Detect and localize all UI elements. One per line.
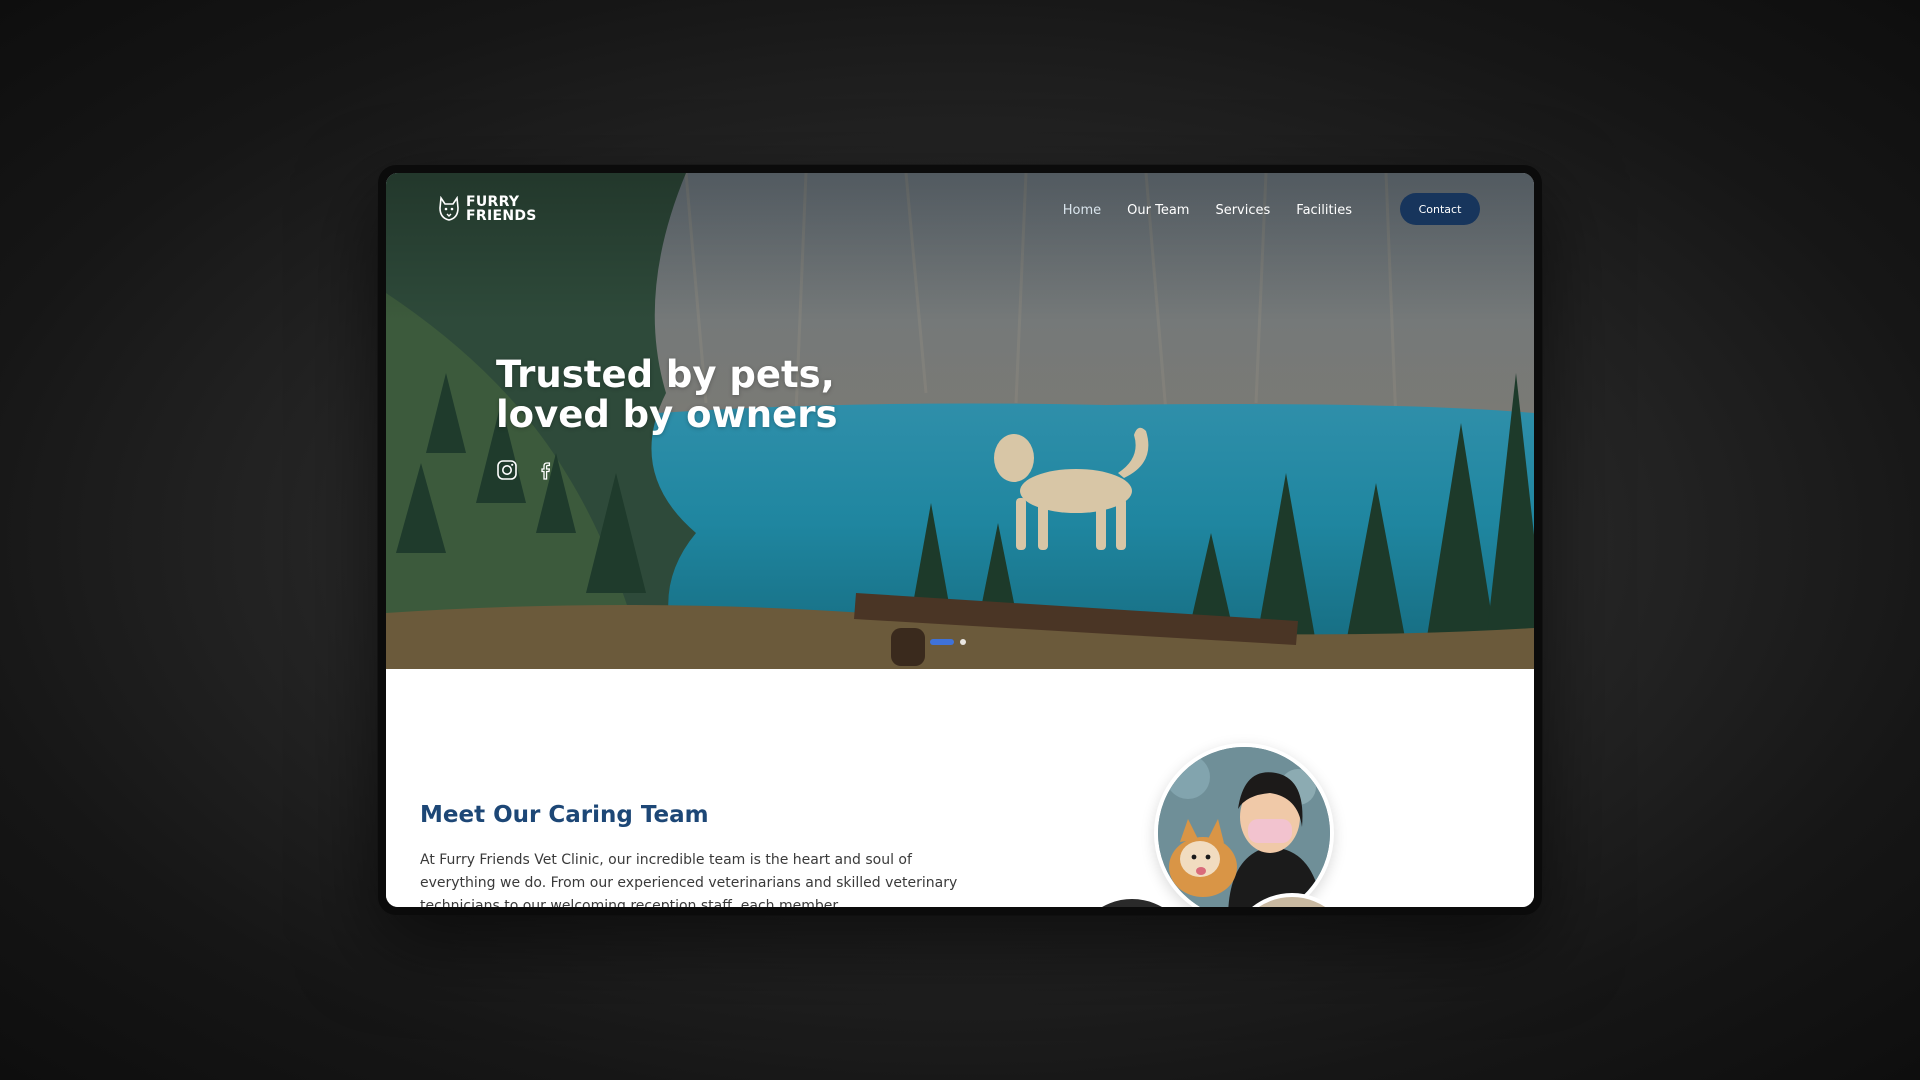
facebook-icon[interactable] <box>534 459 556 481</box>
slider-dot-2[interactable] <box>960 639 966 645</box>
browser-screen: FURRY FRIENDS Home Our Team Services Fac… <box>386 173 1534 907</box>
brand-name-line2: FRIENDS <box>466 208 537 224</box>
team-section: Meet Our Caring Team At Furry Friends Ve… <box>386 669 1534 907</box>
brand-name-line1: FURRY <box>466 194 520 210</box>
hero-title: Trusted by pets, loved by owners <box>496 355 837 435</box>
nav-links: Home Our Team Services Facilities <box>1063 203 1352 218</box>
team-member-photo-2 <box>1068 895 1196 907</box>
device-frame: FURRY FRIENDS Home Our Team Services Fac… <box>378 165 1542 915</box>
slider-dot-1[interactable] <box>930 639 954 645</box>
hero-title-line1: Trusted by pets, <box>496 353 835 396</box>
team-description: At Furry Friends Vet Clinic, our incredi… <box>420 852 958 907</box>
brand-name: FURRY FRIENDS <box>466 195 537 223</box>
contact-button[interactable]: Contact <box>1400 193 1480 225</box>
hero-title-line2: loved by owners <box>496 393 838 436</box>
team-member-photo <box>1154 743 1334 907</box>
instagram-icon[interactable] <box>496 459 518 481</box>
brand-logo[interactable]: FURRY FRIENDS <box>438 195 537 223</box>
nav-link-home[interactable]: Home <box>1063 203 1101 218</box>
nav-link-services[interactable]: Services <box>1215 203 1270 218</box>
nav-link-facilities[interactable]: Facilities <box>1296 203 1352 218</box>
top-navigation: FURRY FRIENDS Home Our Team Services Fac… <box>386 173 1534 249</box>
team-photo-image <box>1158 747 1330 907</box>
hero-slider-dots <box>930 639 966 645</box>
nav-link-our-team[interactable]: Our Team <box>1127 203 1189 218</box>
husky-head-icon <box>439 196 459 221</box>
social-links <box>496 459 556 481</box>
team-title: Meet Our Caring Team <box>420 802 709 828</box>
hero-section: FURRY FRIENDS Home Our Team Services Fac… <box>386 173 1534 669</box>
